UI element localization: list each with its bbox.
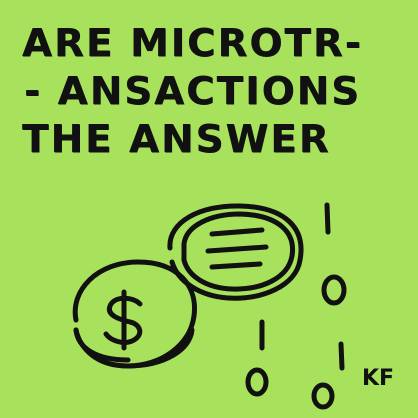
signature: KF	[362, 366, 395, 391]
three-lines-icon	[205, 227, 269, 270]
dollar-sign-icon	[103, 289, 143, 351]
coin-front	[72, 259, 197, 369]
binary-digit-1	[338, 341, 345, 371]
sticky-note: ARE MICROTR- - ANSACTIONS THE ANSWER KF	[0, 0, 418, 418]
binary-digit-0	[311, 382, 335, 410]
binary-digit-1	[324, 202, 331, 235]
binary-digit-0	[321, 274, 347, 306]
coins-doodle	[72, 202, 347, 410]
binary-digit-0	[245, 367, 269, 397]
